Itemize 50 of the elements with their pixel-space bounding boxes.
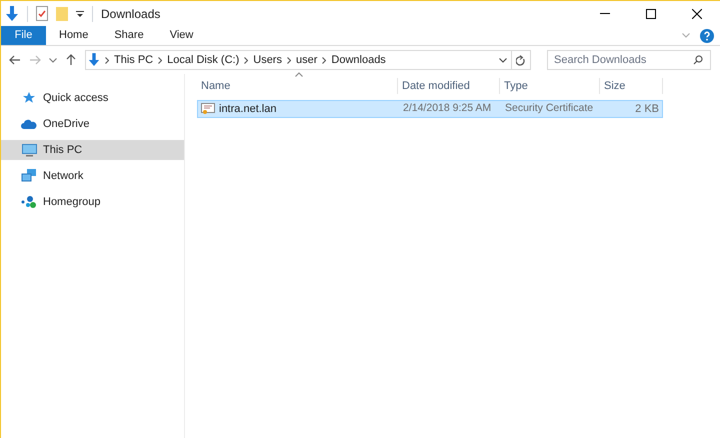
chevron-icon <box>105 56 109 64</box>
certificate-icon <box>201 103 215 115</box>
close-icon <box>692 8 702 18</box>
column-header[interactable]: Size <box>599 78 663 94</box>
table-cell-text: 2/14/2018 9:25 AM <box>402 101 492 116</box>
breadcrumb[interactable]: Local Disk (C:) <box>167 52 240 68</box>
file-tab[interactable]: File <box>1 26 46 45</box>
homegroup-icon <box>21 195 37 209</box>
chevron-icon <box>158 56 162 64</box>
breadcrumb[interactable]: Users <box>253 52 282 68</box>
back-icon[interactable] <box>9 54 21 66</box>
recent-dropdown-icon[interactable] <box>49 58 57 62</box>
column-header[interactable]: Name <box>197 78 397 94</box>
chevron-down-icon[interactable] <box>499 58 507 62</box>
dropdown-icon[interactable] <box>76 10 84 18</box>
properties-icon[interactable] <box>36 6 48 21</box>
sort-caret-icon <box>295 72 303 77</box>
sidebar-item[interactable]: This PC <box>1 140 184 160</box>
help-icon[interactable] <box>700 28 714 42</box>
ribbon-tab[interactable]: Home <box>46 26 102 45</box>
breadcrumb[interactable]: Downloads <box>331 52 386 68</box>
sidebar-item[interactable]: Network <box>1 166 184 186</box>
sidebar-item[interactable]: OneDrive <box>1 114 184 134</box>
down-arrow-icon[interactable] <box>5 6 19 22</box>
breadcrumb[interactable]: This PC <box>114 52 154 68</box>
table-cell-text: Security Certificate <box>504 101 594 116</box>
up-icon[interactable] <box>65 54 77 66</box>
ribbon-tab[interactable]: View <box>156 26 206 45</box>
window-title: Downloads <box>101 6 160 22</box>
star-icon <box>22 91 36 105</box>
search-field[interactable]: Search Downloads <box>547 50 711 70</box>
breadcrumb[interactable]: user <box>296 52 318 68</box>
monitor-icon <box>22 144 36 156</box>
refresh-icon[interactable] <box>516 54 526 66</box>
cloud-icon <box>21 118 37 130</box>
network-icon <box>21 169 37 183</box>
chevron-icon <box>244 56 248 64</box>
sidebar-item[interactable]: Quick access <box>1 88 184 108</box>
file-name: intra.net.lan <box>219 102 276 117</box>
sidebar-item[interactable]: Homegroup <box>1 192 184 212</box>
chevron-icon <box>286 56 291 64</box>
ribbon-tab[interactable]: Share <box>101 26 157 45</box>
column-header[interactable]: Date modified <box>397 78 499 94</box>
table-cell-text: 2 KB <box>634 102 660 117</box>
down-arrow-icon <box>88 53 100 67</box>
address-bar[interactable]: This PC Local Disk (C:) Users user Downloads <box>85 50 531 70</box>
file-row[interactable]: intra.net.lan 2/14/2018 9:25 AM Security Certificate 2 KB <box>197 100 663 118</box>
chevron-icon <box>322 56 326 64</box>
search-icon <box>693 55 703 65</box>
column-header[interactable]: Type <box>499 78 599 94</box>
